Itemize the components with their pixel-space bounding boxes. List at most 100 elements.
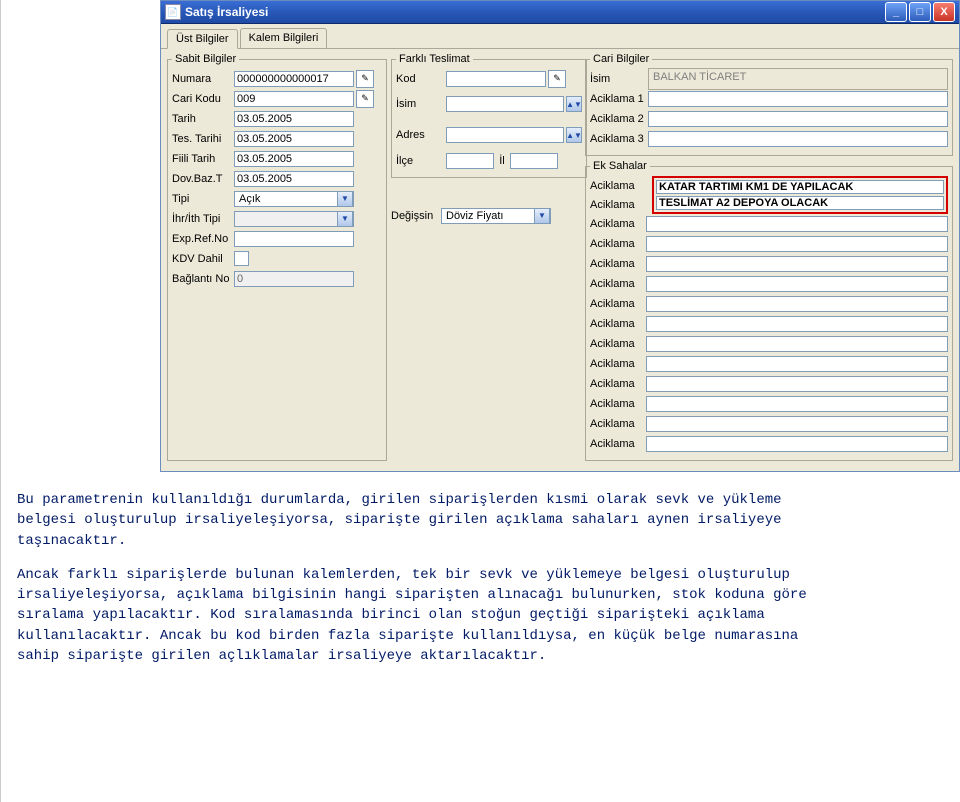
- cari-aciklama3-label: Aciklama 3: [590, 133, 648, 145]
- adres-spinner-icon[interactable]: ▲▼: [566, 127, 582, 143]
- isim-label: İsim: [396, 98, 446, 110]
- cari-kodu-lookup-icon[interactable]: ✎: [356, 90, 374, 108]
- numara-label: Numara: [172, 73, 234, 85]
- ek-aciklama-input-14[interactable]: [646, 436, 948, 452]
- chevron-down-icon: ▼: [534, 208, 550, 224]
- body-text: Bu parametrenin kullanıldığı durumlarda,…: [5, 472, 857, 666]
- chevron-down-icon: ▼: [337, 211, 353, 227]
- tarih-input[interactable]: [234, 111, 354, 127]
- ek-aciklama-input-10[interactable]: [646, 356, 948, 372]
- kod-input[interactable]: [446, 71, 546, 87]
- fiili-tarih-label: Fiili Tarih: [172, 153, 234, 165]
- sabit-legend: Sabit Bilgiler: [172, 53, 239, 65]
- degissin-value: Döviz Fiyatı: [444, 210, 534, 222]
- baglanti-input: [234, 271, 354, 287]
- cari-aciklama3-input[interactable]: [648, 131, 948, 147]
- isim-spinner-icon[interactable]: ▲▼: [566, 96, 582, 112]
- cari-kodu-label: Cari Kodu: [172, 93, 234, 105]
- ek-aciklama-label-11: Aciklama: [590, 378, 646, 390]
- ek-aciklama-input-3[interactable]: [646, 216, 948, 232]
- tes-tarihi-label: Tes. Tarihi: [172, 133, 234, 145]
- app-window: 📄 Satış İrsaliyesi _ □ X Üst Bilgiler Ka…: [160, 0, 960, 472]
- tarih-label: Tarih: [172, 113, 234, 125]
- numara-input[interactable]: [234, 71, 354, 87]
- ek-legend: Ek Sahalar: [590, 160, 650, 172]
- tabstrip: Üst Bilgiler Kalem Bilgileri: [161, 24, 959, 49]
- ek-aciklama-input-7[interactable]: [646, 296, 948, 312]
- window-title: Satış İrsaliyesi: [185, 5, 268, 19]
- ek-aciklama-input-8[interactable]: [646, 316, 948, 332]
- ilce-input[interactable]: [446, 153, 494, 169]
- adres-label: Adres: [396, 129, 446, 141]
- ek-aciklama-label-14: Aciklama: [590, 438, 646, 450]
- ek-aciklama-label-7: Aciklama: [590, 298, 646, 310]
- tab-kalem-bilgileri[interactable]: Kalem Bilgileri: [240, 28, 328, 48]
- adres-input[interactable]: [446, 127, 564, 143]
- ek-aciklama-input-2[interactable]: [656, 196, 944, 210]
- cari-aciklama1-input[interactable]: [648, 91, 948, 107]
- ilce-label: İlçe: [396, 155, 446, 167]
- minimize-button[interactable]: _: [885, 2, 907, 22]
- sabit-bilgiler-fieldset: Sabit Bilgiler Numara ✎ Cari Kodu ✎ Tari…: [167, 53, 387, 461]
- cari-isim-label: İsim: [590, 73, 648, 85]
- cari-kodu-input[interactable]: [234, 91, 354, 107]
- ek-aciklama-label-8: Aciklama: [590, 318, 646, 330]
- degissin-select[interactable]: Döviz Fiyatı ▼: [441, 208, 551, 224]
- farkli-teslimat-fieldset: Farklı Teslimat Kod ✎ İsim ▲▼ Adres ▲▼: [391, 53, 587, 178]
- il-label: İl: [494, 155, 510, 167]
- dov-baz-label: Dov.Baz.T: [172, 173, 234, 185]
- ek-aciklama-label-10: Aciklama: [590, 358, 646, 370]
- dov-baz-input[interactable]: [234, 171, 354, 187]
- tipi-label: Tipi: [172, 193, 234, 205]
- ek-aciklama-label-6: Aciklama: [590, 278, 646, 290]
- ek-aciklama-input-1[interactable]: [656, 180, 944, 194]
- kdv-dahil-checkbox[interactable]: [234, 251, 249, 266]
- kod-lookup-icon[interactable]: ✎: [548, 70, 566, 88]
- ek-sahalar-fieldset: Ek Sahalar Aciklama Aciklama Aciklama Ac…: [585, 160, 953, 461]
- ek-highlight-box: [652, 176, 948, 214]
- ek-aciklama-input-12[interactable]: [646, 396, 948, 412]
- app-icon: 📄: [165, 4, 181, 20]
- ek-aciklama-label-12: Aciklama: [590, 398, 646, 410]
- close-button[interactable]: X: [933, 2, 955, 22]
- tipi-value: Açık: [237, 193, 337, 205]
- tipi-select[interactable]: Açık ▼: [234, 191, 354, 207]
- baglanti-label: Bağlantı No: [172, 273, 234, 285]
- kdv-dahil-label: KDV Dahil: [172, 253, 234, 265]
- ek-aciklama-input-6[interactable]: [646, 276, 948, 292]
- cari-isim-display: BALKAN TİCARET: [648, 68, 948, 90]
- paragraph-1: Bu parametrenin kullanıldığı durumlarda,…: [17, 490, 817, 551]
- maximize-button[interactable]: □: [909, 2, 931, 22]
- ek-aciklama-label-2: Aciklama: [590, 199, 648, 211]
- ek-aciklama-input-9[interactable]: [646, 336, 948, 352]
- ek-aciklama-label-9: Aciklama: [590, 338, 646, 350]
- ek-aciklama-input-4[interactable]: [646, 236, 948, 252]
- ek-aciklama-label-5: Aciklama: [590, 258, 646, 270]
- chevron-down-icon: ▼: [337, 191, 353, 207]
- il-input[interactable]: [510, 153, 558, 169]
- numara-lookup-icon[interactable]: ✎: [356, 70, 374, 88]
- ek-aciklama-input-11[interactable]: [646, 376, 948, 392]
- ihr-ith-select: ▼: [234, 211, 354, 227]
- ek-aciklama-input-13[interactable]: [646, 416, 948, 432]
- cari-aciklama2-input[interactable]: [648, 111, 948, 127]
- exp-ref-label: Exp.Ref.No: [172, 233, 234, 245]
- cari-aciklama1-label: Aciklama 1: [590, 93, 648, 105]
- cari-bilgiler-fieldset: Cari Bilgiler İsim BALKAN TİCARET Acikla…: [585, 53, 953, 156]
- ek-aciklama-label-13: Aciklama: [590, 418, 646, 430]
- exp-ref-input[interactable]: [234, 231, 354, 247]
- titlebar: 📄 Satış İrsaliyesi _ □ X: [161, 1, 959, 24]
- ihr-ith-label: İhr/İth Tipi: [172, 213, 234, 225]
- tab-ust-bilgiler[interactable]: Üst Bilgiler: [167, 29, 238, 49]
- ek-aciklama-label-3: Aciklama: [590, 218, 646, 230]
- isim-input[interactable]: [446, 96, 564, 112]
- tes-tarihi-input[interactable]: [234, 131, 354, 147]
- ek-aciklama-label-4: Aciklama: [590, 238, 646, 250]
- cari-legend: Cari Bilgiler: [590, 53, 652, 65]
- farkli-legend: Farklı Teslimat: [396, 53, 473, 65]
- ek-aciklama-label-1: Aciklama: [590, 180, 648, 192]
- fiili-tarih-input[interactable]: [234, 151, 354, 167]
- paragraph-2: Ancak farklı siparişlerde bulunan kaleml…: [17, 565, 817, 666]
- cari-aciklama2-label: Aciklama 2: [590, 113, 648, 125]
- ek-aciklama-input-5[interactable]: [646, 256, 948, 272]
